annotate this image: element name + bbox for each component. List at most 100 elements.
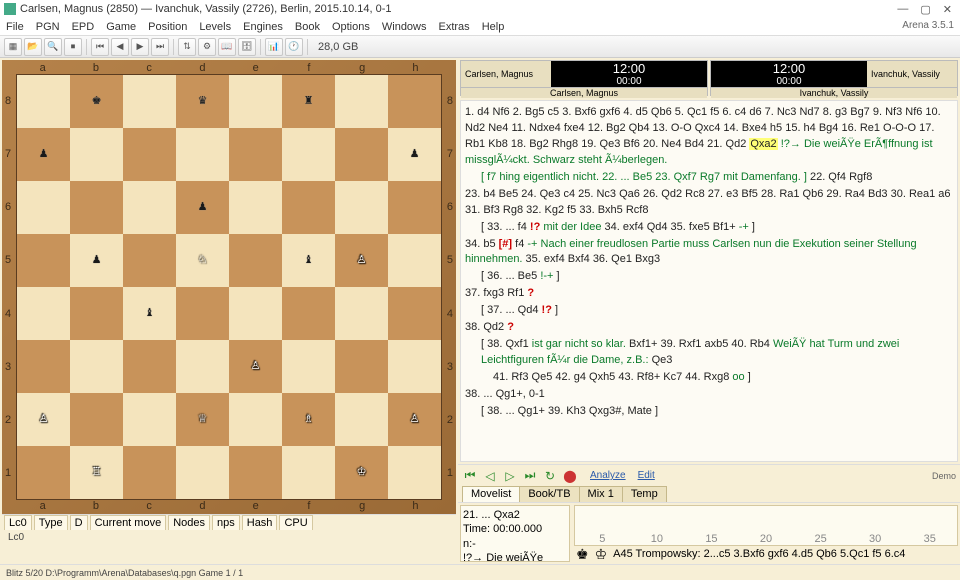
move-text[interactable]: ? (527, 287, 534, 299)
move-text[interactable]: ist gar nicht so klar. (532, 338, 626, 350)
square[interactable] (229, 446, 282, 499)
tab-temp[interactable]: Temp (622, 486, 667, 502)
move-text[interactable]: 23. b4 Be5 24. Qe3 c4 25. Nc3 Qa6 26. Qd… (465, 188, 951, 216)
board-grid[interactable]: ♚♛♜♟♟♟♟♘♝♙♝♙♙♕♗♙♖♔ (16, 74, 442, 500)
square[interactable]: ♙ (335, 234, 388, 287)
square[interactable]: ♝ (282, 234, 335, 287)
menu-engines[interactable]: Engines (243, 21, 283, 33)
move-text[interactable]: ] (552, 304, 558, 316)
square[interactable]: ♙ (17, 393, 70, 446)
move-text[interactable]: 22. Qf4 Rgf8 (807, 171, 872, 183)
menu-game[interactable]: Game (106, 21, 136, 33)
square[interactable] (123, 234, 176, 287)
square[interactable] (388, 234, 441, 287)
square[interactable] (17, 75, 70, 128)
tb-stop-icon[interactable]: ⏹ (64, 38, 82, 56)
tb-book-icon[interactable]: 📖 (218, 38, 236, 56)
tb-engine-icon[interactable]: ⚙ (198, 38, 216, 56)
move-text[interactable]: !? (542, 304, 552, 316)
minimize-icon[interactable]: — (897, 3, 908, 16)
menu-book[interactable]: Book (295, 21, 320, 33)
square[interactable] (176, 128, 229, 181)
move-text[interactable]: 37. fxg3 Rf1 (465, 287, 527, 299)
square[interactable] (123, 393, 176, 446)
nav-play-icon[interactable]: ⬤ (562, 468, 578, 484)
move-text[interactable]: [ f7 hing eigentlich nicht. 22. ... Be5 … (481, 171, 807, 183)
square[interactable] (229, 234, 282, 287)
tb-db-icon[interactable]: 🗄 (238, 38, 256, 56)
square[interactable] (388, 340, 441, 393)
move-text[interactable]: ] (749, 221, 755, 233)
menu-pgn[interactable]: PGN (36, 21, 60, 33)
move-text[interactable]: f4 (512, 238, 527, 250)
square[interactable] (388, 181, 441, 234)
square[interactable]: ♙ (229, 340, 282, 393)
close-icon[interactable]: ✕ (943, 3, 952, 16)
move-text[interactable]: !-+ (540, 270, 553, 282)
tb-flip-icon[interactable]: ⇅ (178, 38, 196, 56)
square[interactable] (335, 75, 388, 128)
move-text[interactable]: [#] (499, 238, 512, 250)
square[interactable] (17, 181, 70, 234)
tab-mix 1[interactable]: Mix 1 (579, 486, 623, 502)
square[interactable] (123, 181, 176, 234)
square[interactable]: ♖ (70, 446, 123, 499)
move-text[interactable]: [ 33. ... f4 (481, 221, 530, 233)
square[interactable]: ♗ (282, 393, 335, 446)
move-text[interactable]: Qxa2 (749, 138, 777, 150)
square[interactable] (123, 340, 176, 393)
menu-position[interactable]: Position (148, 21, 187, 33)
move-text[interactable]: [ 38. ... Qg1+ 39. Kh3 Qxg3#, Mate ] (481, 405, 658, 417)
square[interactable] (70, 393, 123, 446)
square[interactable] (229, 128, 282, 181)
square[interactable] (229, 75, 282, 128)
square[interactable]: ♜ (282, 75, 335, 128)
tb-prev-icon[interactable]: ◀ (111, 38, 129, 56)
square[interactable] (388, 446, 441, 499)
nav-refresh-icon[interactable]: ↻ (542, 468, 558, 484)
move-text[interactable]: 41. Rf3 Qe5 42. g4 Qxh5 43. Rf8+ Kc7 44.… (493, 371, 732, 383)
square[interactable] (335, 181, 388, 234)
square[interactable] (282, 446, 335, 499)
square[interactable] (70, 340, 123, 393)
square[interactable] (229, 181, 282, 234)
square[interactable] (335, 393, 388, 446)
square[interactable] (229, 287, 282, 340)
square[interactable]: ♟ (388, 128, 441, 181)
move-text[interactable]: [ 37. ... Qd4 (481, 304, 542, 316)
square[interactable]: ♛ (176, 75, 229, 128)
square[interactable] (17, 234, 70, 287)
square[interactable]: ♚ (70, 75, 123, 128)
nav-first-icon[interactable]: ⏮ (462, 468, 478, 484)
move-text[interactable]: ? (507, 321, 514, 333)
tb-clock-icon[interactable]: 🕐 (285, 38, 303, 56)
menu-levels[interactable]: Levels (199, 21, 231, 33)
square[interactable] (17, 446, 70, 499)
square[interactable]: ♝ (123, 287, 176, 340)
square[interactable] (282, 340, 335, 393)
tb-new-icon[interactable]: ▦ (4, 38, 22, 56)
tb-chart-icon[interactable]: 📊 (265, 38, 283, 56)
square[interactable] (123, 75, 176, 128)
move-text[interactable]: !? (530, 221, 540, 233)
move-text[interactable]: [ 36. ... Be5 (481, 270, 540, 282)
move-text[interactable]: [ 38. Qxf1 (481, 338, 532, 350)
move-text[interactable]: ] (553, 270, 559, 282)
move-text[interactable]: Qe3 (649, 354, 673, 366)
tb-next-icon[interactable]: ▶ (131, 38, 149, 56)
square[interactable] (388, 287, 441, 340)
square[interactable] (282, 287, 335, 340)
timeline[interactable]: 5101520253035 (574, 505, 958, 546)
square[interactable] (176, 446, 229, 499)
tb-last-icon[interactable]: ⏭ (151, 38, 169, 56)
move-text[interactable]: 34. exf4 Qd4 35. fxe5 Bf1+ (601, 221, 738, 233)
move-text[interactable]: mit der Idee (540, 221, 601, 233)
move-list[interactable]: 1. d4 Nf6 2. Bg5 c5 3. Bxf6 gxf6 4. d5 Q… (460, 100, 958, 462)
square[interactable] (70, 287, 123, 340)
square[interactable]: ♙ (388, 393, 441, 446)
square[interactable] (123, 446, 176, 499)
tb-open-icon[interactable]: 📂 (24, 38, 42, 56)
square[interactable] (70, 181, 123, 234)
tb-first-icon[interactable]: ⏮ (91, 38, 109, 56)
square[interactable] (388, 75, 441, 128)
